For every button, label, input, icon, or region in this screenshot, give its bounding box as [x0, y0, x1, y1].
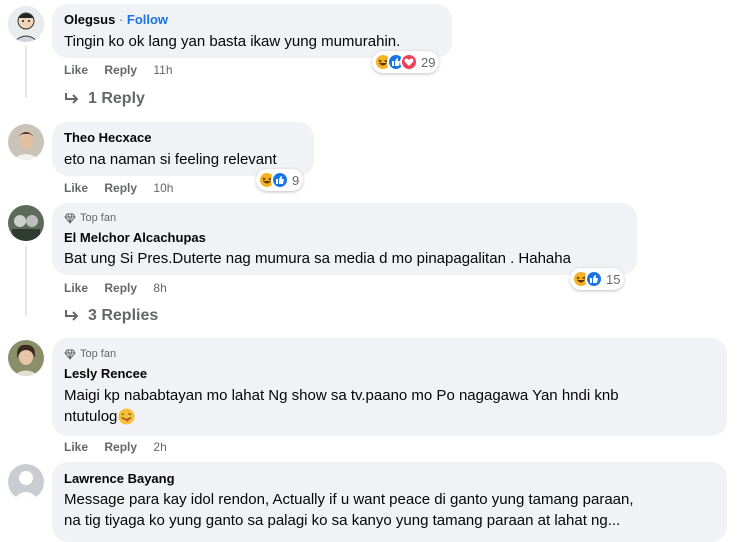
- badge-label: Top fan: [80, 212, 117, 224]
- comment-actions: Like Reply 10h: [64, 181, 173, 195]
- reaction-summary[interactable]: 29: [372, 51, 440, 73]
- comment-actions: Like Reply 2h: [64, 440, 167, 454]
- comment-text: Bat ung Si Pres.Duterte nag mumura sa me…: [64, 250, 571, 267]
- comment-actions: Like Reply 8h: [64, 281, 167, 295]
- avatar[interactable]: [8, 340, 44, 376]
- comment-actions: Like Reply 11h: [64, 63, 173, 77]
- love-icon: [400, 53, 418, 71]
- timestamp[interactable]: 11h: [153, 63, 172, 77]
- avatar[interactable]: [8, 205, 44, 241]
- comment-text-line-1: Maigi kp nababtayan mo lahat Ng show sa …: [64, 387, 619, 404]
- avatar-image: [8, 340, 44, 376]
- like-button[interactable]: Like: [64, 181, 88, 195]
- view-replies[interactable]: 1 Reply: [64, 90, 145, 108]
- avatar[interactable]: [8, 6, 44, 42]
- like-icon: [271, 171, 289, 189]
- view-replies[interactable]: 3 Replies: [64, 307, 158, 325]
- comment-text-line-1: Message para kay idol rendon, Actually i…: [64, 491, 634, 508]
- comment-text-line-2: ntutulog: [64, 406, 135, 427]
- reaction-count: 15: [606, 271, 621, 287]
- reaction-count: 9: [292, 172, 300, 188]
- author-name[interactable]: Theo Hecxace: [64, 130, 151, 145]
- avatar[interactable]: [8, 464, 44, 500]
- avatar-image: [8, 124, 44, 160]
- diamond-icon: [64, 349, 76, 360]
- like-button[interactable]: Like: [64, 63, 88, 77]
- top-fan-badge: Top fan: [64, 348, 116, 360]
- like-button[interactable]: Like: [64, 440, 88, 454]
- reply-button[interactable]: Reply: [104, 63, 137, 77]
- separator-dot: ·: [118, 12, 124, 27]
- reply-button[interactable]: Reply: [104, 281, 137, 295]
- reply-thread-line: [25, 46, 55, 98]
- avatar-image: [8, 205, 44, 241]
- default-avatar-icon: [8, 464, 44, 500]
- avatar[interactable]: [8, 124, 44, 160]
- replies-label[interactable]: 3 Replies: [88, 307, 158, 325]
- comment-text-line-2-text: ntutulog: [64, 408, 118, 425]
- timestamp[interactable]: 2h: [153, 440, 166, 454]
- reaction-count: 29: [421, 54, 436, 70]
- reaction-summary[interactable]: 15: [570, 268, 625, 290]
- comment-text: Tingin ko ok lang yan basta ikaw yung mu…: [64, 33, 401, 50]
- tongue-emoji-icon: [118, 408, 135, 425]
- diamond-icon: [64, 213, 76, 224]
- author-name[interactable]: Lesly Rencee: [64, 366, 147, 381]
- timestamp[interactable]: 10h: [153, 181, 173, 195]
- author-name[interactable]: Lawrence Bayang: [64, 471, 175, 486]
- badge-label: Top fan: [80, 348, 117, 360]
- reply-arrow-icon: [65, 310, 79, 321]
- top-fan-badge: Top fan: [64, 212, 116, 224]
- comment-text-line-2: na tig tiyaga ko yung ganto sa palagi ko…: [64, 512, 621, 529]
- author-name[interactable]: Olegsus: [64, 12, 115, 27]
- replies-label[interactable]: 1 Reply: [88, 90, 145, 108]
- reply-button[interactable]: Reply: [104, 440, 137, 454]
- author-name[interactable]: El Melchor Alcachupas: [64, 230, 206, 245]
- comment-author[interactable]: Olegsus · Follow: [64, 12, 168, 27]
- like-icon: [585, 270, 603, 288]
- reaction-summary[interactable]: 9: [256, 169, 304, 191]
- reply-thread-line: [25, 246, 55, 316]
- comment-text: eto na naman si feeling relevant: [64, 151, 277, 168]
- reply-button[interactable]: Reply: [104, 181, 137, 195]
- reply-arrow-icon: [65, 93, 79, 104]
- follow-button[interactable]: Follow: [127, 12, 168, 27]
- avatar-image: [8, 6, 44, 42]
- like-button[interactable]: Like: [64, 281, 88, 295]
- timestamp[interactable]: 8h: [153, 281, 166, 295]
